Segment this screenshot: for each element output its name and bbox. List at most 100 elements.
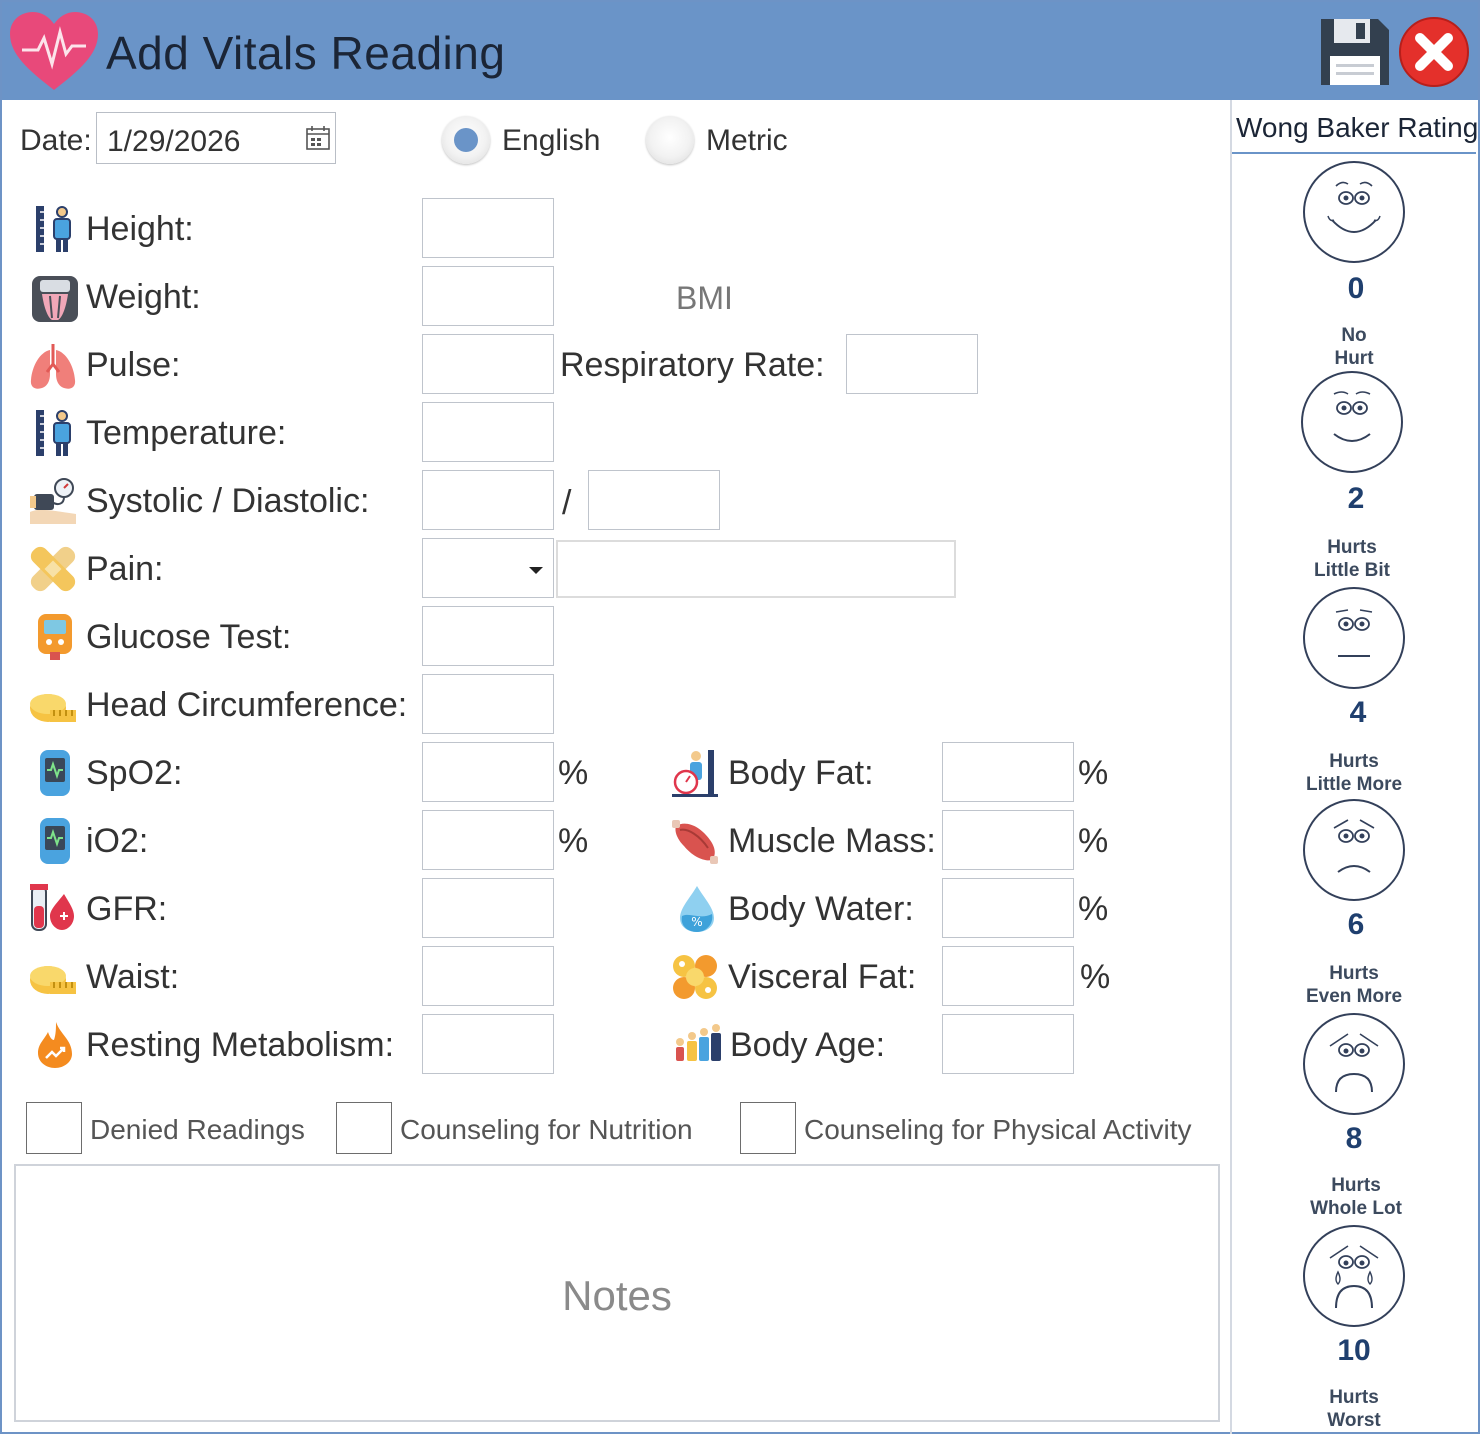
face-desc-2-line2: Little Bit xyxy=(1314,560,1390,581)
nutrition-counseling-checkbox[interactable] xyxy=(336,1102,392,1154)
face-hurts-whole-lot-icon[interactable] xyxy=(1302,1012,1406,1116)
face-desc-2-line1: Hurts xyxy=(1327,537,1377,558)
resting-metabolism-input[interactable] xyxy=(422,1014,554,1074)
face-desc-6: Hurts Even More xyxy=(1284,962,1424,1008)
face-hurts-even-more-icon[interactable] xyxy=(1302,798,1406,902)
weight-input[interactable] xyxy=(422,266,554,326)
weight-scale-icon xyxy=(32,276,78,322)
gfr-label: GFR: xyxy=(86,890,168,928)
pain-notes-input[interactable] xyxy=(556,540,956,598)
body-fat-icon xyxy=(672,750,718,797)
body-age-label: Body Age: xyxy=(730,1026,886,1064)
denied-readings-checkbox[interactable] xyxy=(26,1102,82,1154)
head-circumference-input[interactable] xyxy=(422,674,554,734)
face-desc-8: Hurts Whole Lot xyxy=(1286,1174,1426,1220)
english-label: English xyxy=(502,124,601,157)
face-desc-10: Hurts Worst xyxy=(1284,1386,1424,1432)
temperature-label: Temperature: xyxy=(86,414,287,452)
face-desc-2: Hurts Little Bit xyxy=(1282,536,1422,582)
face-desc-0-line1: No xyxy=(1341,325,1367,346)
glucose-test-label: Glucose Test: xyxy=(86,618,292,656)
muscle-mass-label: Muscle Mass: xyxy=(728,822,936,860)
water-drop-icon: % xyxy=(680,886,714,932)
blood-test-icon xyxy=(30,884,74,931)
nutrition-counseling-label: Counseling for Nutrition xyxy=(400,1114,693,1145)
weight-label: Weight: xyxy=(86,278,201,316)
waist-label: Waist: xyxy=(86,958,180,996)
face-hurts-little-bit-icon[interactable] xyxy=(1300,370,1404,474)
face-desc-10-line1: Hurts xyxy=(1329,1387,1379,1408)
io2-percent: % xyxy=(558,822,589,860)
face-desc-8-line2: Whole Lot xyxy=(1310,1198,1402,1219)
glucose-test-input[interactable] xyxy=(422,606,554,666)
pulse-input[interactable] xyxy=(422,334,554,394)
wong-baker-title: Wong Baker Rating xyxy=(1236,112,1479,143)
floppy-disk-icon[interactable] xyxy=(1318,16,1392,88)
notes-textarea[interactable]: Notes xyxy=(14,1164,1220,1422)
body-water-percent: % xyxy=(1078,890,1109,928)
respiratory-rate-label: Respiratory Rate: xyxy=(560,346,825,384)
chevron-down-icon xyxy=(529,567,543,574)
face-score-4: 4 xyxy=(1349,696,1367,729)
visceral-fat-percent: % xyxy=(1080,958,1111,996)
metric-label: Metric xyxy=(706,124,788,157)
spo2-percent: % xyxy=(558,754,589,792)
body-age-input[interactable] xyxy=(942,1014,1074,1074)
physical-activity-counseling-label: Counseling for Physical Activity xyxy=(804,1114,1192,1145)
face-desc-4-line2: Little More xyxy=(1305,774,1403,795)
date-picker[interactable]: 1/29/2026 xyxy=(96,112,336,164)
body-fat-label: Body Fat: xyxy=(728,754,874,792)
physical-activity-counseling-checkbox[interactable] xyxy=(740,1102,796,1154)
face-score-10: 10 xyxy=(1337,1334,1371,1367)
head-circumference-label: Head Circumference: xyxy=(86,686,408,724)
body-water-input[interactable] xyxy=(942,878,1074,938)
systolic-input[interactable] xyxy=(422,470,554,530)
spo2-label: SpO2: xyxy=(86,754,183,792)
temperature-input[interactable] xyxy=(422,402,554,462)
muscle-mass-percent: % xyxy=(1078,822,1109,860)
muscle-mass-input[interactable] xyxy=(942,810,1074,870)
pain-label: Pain: xyxy=(86,550,164,588)
metric-radio[interactable] xyxy=(646,116,694,164)
resting-metabolism-label: Resting Metabolism: xyxy=(86,1026,395,1064)
lungs-icon xyxy=(30,344,76,389)
pain-dropdown[interactable] xyxy=(422,538,554,598)
glucometer-icon xyxy=(38,614,72,660)
radio-selected-dot xyxy=(454,128,478,152)
systolic-diastolic-label: Systolic / Diastolic: xyxy=(86,482,370,520)
window-title: Add Vitals Reading xyxy=(106,27,506,79)
face-desc-4: Hurts Little More xyxy=(1284,750,1424,796)
gfr-input[interactable] xyxy=(422,878,554,938)
calendar-icon[interactable] xyxy=(305,125,331,151)
visceral-fat-input[interactable] xyxy=(942,946,1074,1006)
diastolic-input[interactable] xyxy=(588,470,720,530)
face-hurts-worst-icon[interactable] xyxy=(1302,1224,1406,1328)
close-icon[interactable] xyxy=(1398,16,1470,88)
io2-input[interactable] xyxy=(422,810,554,870)
visceral-fat-label: Visceral Fat: xyxy=(728,958,917,996)
face-desc-10-line2: Worst xyxy=(1327,1410,1381,1431)
wong-baker-divider xyxy=(1232,152,1476,154)
body-fat-input[interactable] xyxy=(942,742,1074,802)
date-value: 1/29/2026 xyxy=(107,125,241,158)
vitals-window: Add Vitals Reading Date: 1/29/2026 Engli xyxy=(0,0,1480,1434)
face-desc-6-line2: Even More xyxy=(1305,986,1403,1007)
notes-placeholder: Notes xyxy=(562,1272,672,1319)
face-score-6: 6 xyxy=(1347,908,1365,941)
face-hurts-little-more-icon[interactable] xyxy=(1302,586,1406,690)
tape-measure-icon xyxy=(30,966,76,994)
waist-input[interactable] xyxy=(422,946,554,1006)
face-desc-8-line1: Hurts xyxy=(1331,1175,1381,1196)
face-desc-0: No Hurt xyxy=(1284,324,1424,370)
respiratory-rate-input[interactable] xyxy=(846,334,978,394)
visceral-fat-icon xyxy=(673,955,717,999)
svg-text:%: % xyxy=(691,915,702,929)
height-input[interactable] xyxy=(422,198,554,258)
english-radio[interactable] xyxy=(442,116,490,164)
face-no-hurt-icon[interactable] xyxy=(1302,160,1406,264)
title-bar: Add Vitals Reading xyxy=(2,2,1478,100)
bandage-icon xyxy=(30,546,76,592)
family-age-icon xyxy=(676,1024,721,1061)
denied-readings-label: Denied Readings xyxy=(90,1114,305,1145)
spo2-input[interactable] xyxy=(422,742,554,802)
